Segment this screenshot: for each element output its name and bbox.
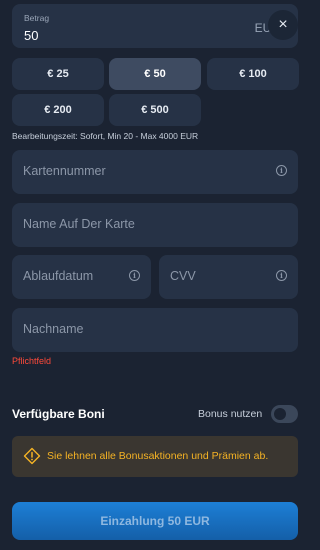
amount-value[interactable]: 50 xyxy=(24,28,38,43)
preset-button-25[interactable]: € 25 xyxy=(12,58,104,90)
card-number-placeholder: Kartennummer xyxy=(23,164,106,178)
amount-input[interactable]: Betrag 50 EUR × xyxy=(12,4,298,48)
lastname-field[interactable]: Nachname xyxy=(12,308,298,352)
card-name-field[interactable]: Name Auf Der Karte xyxy=(12,203,298,247)
preset-button-50[interactable]: € 50 xyxy=(109,58,201,90)
card-number-field[interactable]: Kartennummer i xyxy=(12,150,298,194)
amount-label: Betrag xyxy=(24,13,50,23)
bonus-warning: Sie lehnen alle Bonusaktionen und Prämie… xyxy=(12,436,298,477)
cvv-placeholder: CVV xyxy=(170,269,196,283)
expiry-field[interactable]: Ablaufdatum i xyxy=(12,255,151,299)
bonus-title: Verfügbare Boni xyxy=(12,407,105,421)
warning-text: Sie lehnen alle Bonusaktionen und Prämie… xyxy=(47,450,269,462)
lastname-placeholder: Nachname xyxy=(23,322,84,336)
info-icon[interactable]: i xyxy=(276,165,287,176)
warning-icon xyxy=(23,447,41,465)
preset-button-100[interactable]: € 100 xyxy=(207,58,299,90)
preset-button-200[interactable]: € 200 xyxy=(12,94,104,126)
required-error: Pflichtfeld xyxy=(12,356,52,366)
bonus-toggle-label: Bonus nutzen xyxy=(198,408,263,420)
bonus-toggle[interactable] xyxy=(271,405,298,423)
toggle-knob xyxy=(274,408,286,420)
info-icon[interactable]: i xyxy=(276,270,287,281)
info-icon[interactable]: i xyxy=(129,270,140,281)
cvv-field[interactable]: CVV i xyxy=(159,255,298,299)
expiry-placeholder: Ablaufdatum xyxy=(23,269,94,283)
processing-hint: Bearbeitungszeit: Sofort, Min 20 - Max 4… xyxy=(12,131,199,141)
clear-icon[interactable]: × xyxy=(268,10,298,40)
deposit-button[interactable]: Einzahlung 50 EUR xyxy=(12,502,298,540)
card-name-placeholder: Name Auf Der Karte xyxy=(23,217,135,231)
preset-button-500[interactable]: € 500 xyxy=(109,94,201,126)
